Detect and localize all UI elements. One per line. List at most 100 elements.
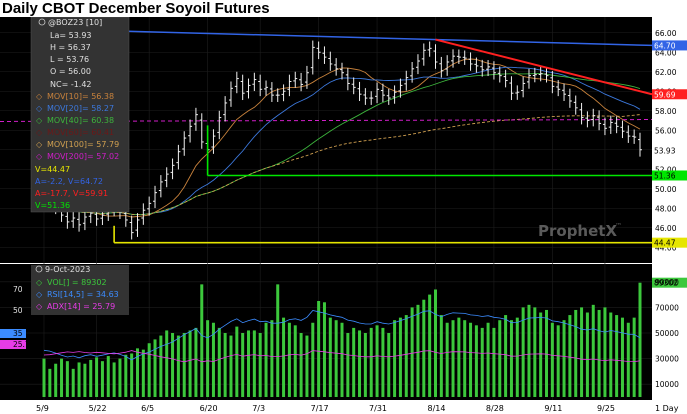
volume-bar	[287, 322, 291, 397]
legend-trend-red: A=-17.7, V=59.91	[35, 189, 108, 198]
volume-bar	[60, 358, 64, 397]
interval-label[interactable]: 1 Day	[655, 404, 679, 413]
volume-bar	[556, 325, 560, 397]
volume-bar	[463, 320, 467, 397]
volume-bar	[562, 320, 566, 397]
price-tag-label: 53.93	[654, 146, 676, 155]
lower-vol-icon: ◇	[36, 278, 43, 287]
legend-net-change: NC= -1.42	[50, 80, 92, 89]
x-tick-label: 8/28	[486, 404, 504, 413]
legend-high: H = 56.37	[50, 43, 91, 52]
volume-bar	[282, 317, 286, 397]
volume-bar	[200, 284, 204, 397]
volume-bar	[299, 333, 303, 397]
volume-bar	[352, 327, 356, 397]
volume-bar	[457, 317, 461, 397]
volume-bar	[451, 320, 455, 397]
x-tick-label: 9/11	[544, 404, 562, 413]
volume-bar	[591, 304, 595, 397]
volume-bar	[498, 320, 502, 397]
lower-legend: 9-Oct-2023 ◇ VOL[] = 89302 ◇ RSI[14,5] =…	[31, 265, 129, 315]
lower-date: 9-Oct-2023	[45, 265, 90, 274]
legend-open: O = 56.00	[50, 67, 91, 76]
chart[interactable]: 66.0064.0062.0060.0058.0056.0054.0052.00…	[0, 17, 687, 414]
x-tick-label: 5/9	[36, 404, 49, 413]
volume-bar	[568, 315, 572, 397]
volume-bar	[311, 322, 315, 397]
volume-bar	[585, 312, 589, 397]
volume-bar	[241, 333, 245, 397]
volume-bar	[340, 322, 344, 397]
legend-mov40-icon: ◇	[36, 116, 43, 125]
y-tick-label: 56.00	[655, 126, 677, 135]
volume-bar	[317, 301, 321, 397]
volume-bar	[42, 358, 46, 397]
volume-bar	[358, 330, 362, 397]
legend-mov10: MOV[10]= 56.38	[47, 92, 114, 101]
y-tick-label: 66.00	[655, 29, 677, 38]
volume-bar	[410, 307, 414, 397]
legend-support-green: V=51.36	[35, 201, 70, 210]
legend-mov200-icon: ◇	[36, 152, 43, 161]
volume-bar	[305, 335, 309, 397]
x-tick-label: 8/14	[427, 404, 445, 413]
volume-bar	[533, 307, 537, 397]
volume-left-label: 35	[13, 329, 23, 338]
volume-bar	[433, 289, 437, 397]
volume-bar	[393, 320, 397, 397]
volume-tick-label: 50000	[655, 329, 679, 338]
volume-bar	[574, 309, 578, 397]
legend-trend-blue: A=-2.2, V=64.72	[35, 177, 103, 186]
volume-bar	[83, 363, 87, 397]
volume-bar	[252, 330, 256, 397]
x-tick-label: 7/17	[311, 404, 329, 413]
volume-bar	[597, 309, 601, 397]
legend-mov20-icon: ◇	[36, 104, 43, 113]
volume-bar	[165, 330, 169, 397]
lower-vol: VOL[] = 89302	[47, 278, 107, 287]
volume-tick-label: 90000	[655, 278, 679, 287]
volume-bar	[153, 339, 157, 397]
volume-bar	[387, 333, 391, 397]
volume-tick-label: 30000	[655, 355, 679, 364]
volume-bar	[428, 294, 432, 397]
legend-last: La= 53.93	[50, 31, 92, 40]
volume-bar	[264, 322, 268, 397]
volume-bar	[515, 317, 519, 397]
volume-bar	[194, 327, 198, 397]
volume-bar	[615, 315, 619, 397]
volume-bar	[270, 320, 274, 397]
volume-bar	[603, 307, 607, 397]
volume-bar	[422, 299, 426, 397]
volume-bar	[439, 315, 443, 397]
volume-bar	[159, 335, 163, 397]
y-tick-label: 46.00	[655, 224, 677, 233]
volume-bar	[480, 327, 484, 397]
volume-left-label: 25.79	[13, 340, 35, 349]
volume-bar	[258, 333, 262, 397]
y-tick-label: 48.00	[655, 204, 677, 213]
volume-bar	[492, 327, 496, 397]
volume-bar	[539, 312, 543, 397]
volume-bar	[206, 320, 210, 397]
y-tick-label: 62.00	[655, 68, 677, 77]
lower-rsi: RSI[14,5] = 34.63	[47, 290, 119, 299]
price-tag-label: 44.47	[654, 239, 676, 248]
volume-bar	[217, 327, 221, 397]
volume-bar	[638, 282, 642, 397]
y-tick-label: 58.00	[655, 107, 677, 116]
x-tick-label: 7/31	[369, 404, 387, 413]
volume-bar	[235, 326, 239, 397]
volume-bar	[632, 317, 636, 397]
legend-support-yellow: V=44.47	[35, 165, 70, 174]
volume-bar	[550, 322, 554, 397]
volume-bar	[276, 284, 280, 397]
volume-bar	[112, 362, 116, 397]
volume-bar	[106, 356, 110, 397]
volume-bar	[398, 317, 402, 397]
legend-mov200: MOV[200]= 57.02	[47, 152, 119, 161]
x-tick-label: 6/5	[141, 404, 154, 413]
page-title: Daily CBOT December Soyoil Futures	[2, 0, 270, 17]
volume-bar	[509, 320, 513, 397]
volume-bar	[293, 325, 297, 397]
